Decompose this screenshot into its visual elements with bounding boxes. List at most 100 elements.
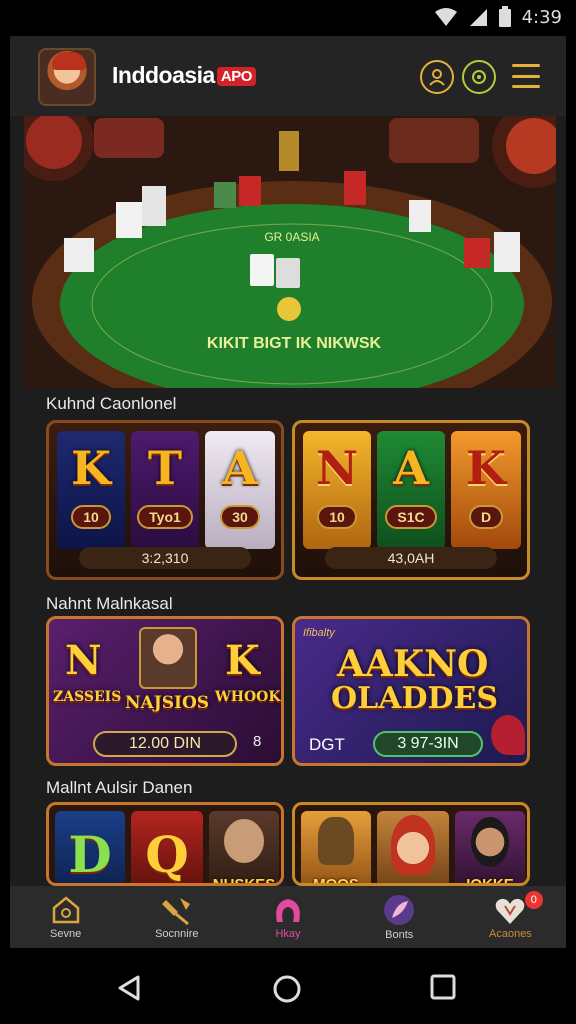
nav-label: Bonts [385,929,414,941]
reel-letter: K [466,441,506,495]
reel-letter: A [222,441,258,495]
rose-decoration [491,715,525,755]
nav-item-home[interactable]: Sevne [10,886,121,948]
menu-bar-icon [512,64,540,67]
feather-icon [384,895,415,925]
thumb-caption: MOOS [313,876,359,886]
game-thumb-iokke[interactable]: IOKKE [455,811,525,886]
app-window: Inddoasia APO GR 0ASIA KIKIT BIGT IK NIK… [10,36,566,948]
reel-chip: 30 [220,505,260,529]
reel-letter: A [393,441,429,495]
game-thumb-d[interactable]: D [55,811,125,884]
bottom-nav: Sevne Socnnire Hkay Bonts 0 Acaones [10,886,566,948]
reel-3: A 30 [205,431,275,549]
dealer-lamp [279,131,299,171]
reel-letter: N [315,441,359,495]
hammer-icon [161,898,190,926]
card-tag: Ifibalty [303,627,335,639]
avatar[interactable] [38,48,96,106]
thumb-caption: IOKKE [466,876,514,886]
battery-icon [498,6,511,27]
reel-chip: 10 [317,505,357,529]
card-pill: 3 97-3IN [373,731,483,757]
reel-chip: S1C [385,505,437,529]
reel-2: A S1C [377,431,445,549]
card-title-line2: OLADDES [331,681,499,716]
slot-card-2[interactable]: N 10 A S1C K D 43,0AH [292,420,530,580]
reel-chip: Tyo1 [137,505,193,529]
menu-bar-icon [512,85,540,88]
brand-name: Inddoasia [112,62,215,88]
nav-item-play[interactable]: Hkay [232,886,343,948]
card-title-line1: AAKNO [337,643,489,685]
hero-banner[interactable]: GR 0ASIA KIKIT BIGT IK NIKWSK [24,116,556,388]
card-letter-right: K [225,637,260,684]
character-portrait [224,819,264,863]
banner-left: ZASSEIS [53,689,122,705]
card-pill-suffix: 8 [253,733,262,750]
card-letter-left: N [65,637,102,684]
recents-icon[interactable] [430,974,456,1000]
app-header: Inddoasia APO [10,36,566,116]
home-circle-icon[interactable] [272,974,302,1004]
reel-1: K 10 [57,431,125,549]
home-icon [52,896,79,924]
notification-badge: 0 [524,891,543,909]
banner-mid: NAJSIOS [125,693,210,713]
nav-label: Socnnire [155,928,199,940]
thumb-letter: D [68,824,112,884]
section-title-3: Mallnt Aulsir Danen [46,778,193,797]
character-portrait [471,817,509,867]
nav-item-games[interactable]: Socnnire [121,886,232,948]
card-pill: 12.00 DIN [93,731,237,757]
game-strip-right: MOOS IOKKE [292,802,530,886]
reel-2: T Tyo1 [131,431,199,549]
nav-label: Hkay [275,928,301,940]
thumb-caption: NUSKES [212,876,276,886]
slot-footer: 3:2,310 [79,547,251,569]
play-icon [276,899,300,922]
slot-card-1[interactable]: K 10 T Tyo1 A 30 3:2,310 [46,420,284,580]
chair-left [94,118,164,158]
game-card-left[interactable]: N K ZASSEIS NAJSIOS WHOOKE 12.00 DIN 8 [46,616,284,766]
nav-item-promotions[interactable]: 0 Acaones [455,886,566,948]
back-icon[interactable] [116,974,144,1002]
gift-icon [496,898,525,924]
status-bar: 4:39 [0,0,576,36]
brand-badge: APO [216,67,256,86]
profile-button[interactable] [420,60,454,94]
wallet-button[interactable] [462,60,496,94]
nav-label: Acaones [489,928,532,940]
system-nav-bar [0,948,576,1024]
reel-letter: K [71,441,111,495]
poker-table-illustration: GR 0ASIA KIKIT BIGT IK NIKWSK [24,116,556,388]
nav-label: Sevne [50,928,82,940]
wifi-icon [434,8,457,26]
nav-item-bonus[interactable]: Bonts [344,886,455,948]
table-text-bottom: KIKIT BIGT IK NIKWSK [207,335,382,352]
table-text-top: GR 0ASIA [264,230,319,244]
reel-3: K D [451,431,521,549]
thumb-letter: Q [145,824,189,884]
game-thumb-hero[interactable] [377,811,449,883]
game-thumb-nuskes[interactable]: NUSKES [209,811,279,886]
game-thumb-moos[interactable]: MOOS [301,811,371,886]
game-strip-left: D Q NUSKES [46,802,284,886]
slot-footer: 43,0AH [325,547,497,569]
reel-letter: T [147,441,183,495]
banner-right: WHOOKE [215,689,284,705]
reel-chip: D [468,505,504,529]
coin-icon [472,70,486,84]
section-title-2: Nahnt Malnkasal [46,594,173,613]
menu-bar-icon [512,74,540,78]
game-card-right[interactable]: Ifibalty AAKNO OLADDES DGT 3 97-3IN [292,616,530,766]
user-icon [429,69,445,86]
game-thumb-q[interactable]: Q [131,811,203,884]
menu-button[interactable] [512,64,540,88]
character-portrait [139,627,197,689]
character-portrait [391,815,435,875]
reel-chip: 10 [71,505,111,529]
status-time: 4:39 [521,6,562,28]
creature-portrait [318,817,354,865]
signal-icon [469,9,487,26]
